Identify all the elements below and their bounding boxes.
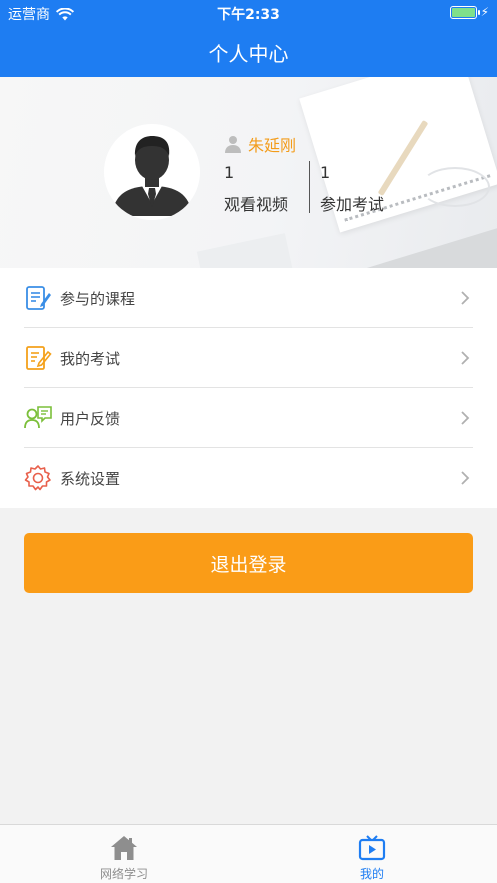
menu-item-label: 用户反馈 — [60, 410, 121, 428]
stat-watched-videos[interactable]: 1 观看视频 — [224, 163, 288, 215]
background-keyboard-decoration — [196, 233, 294, 268]
tab-label: 我的 — [359, 867, 384, 881]
settings-menu: 参与的课程 我的考试 用户反馈 系统设置 — [0, 268, 497, 508]
home-icon — [111, 836, 137, 860]
logout-button[interactable]: 退出登录 — [24, 533, 473, 593]
stat-exams-taken[interactable]: 1 参加考试 — [320, 163, 384, 215]
menu-item-label: 我的考试 — [60, 350, 121, 368]
stat-label: 参加考试 — [320, 195, 385, 214]
exam-edit-icon — [26, 346, 52, 370]
menu-item-settings[interactable]: 系统设置 — [0, 448, 497, 508]
chevron-right-icon — [461, 291, 470, 305]
course-doc-icon — [26, 286, 51, 310]
background-cable-decoration — [420, 167, 490, 207]
stat-value: 1 — [320, 163, 331, 182]
menu-item-exams[interactable]: 我的考试 — [0, 328, 497, 388]
chevron-right-icon — [461, 411, 470, 425]
settings-gear-icon — [24, 465, 51, 491]
battery-indicator: ⚡ — [449, 5, 489, 19]
chevron-right-icon — [461, 471, 470, 485]
top-bar: 运营商 下午2:33 ⚡ 个人中心 — [0, 0, 497, 77]
status-time: 下午2:33 — [217, 7, 280, 23]
user-info: 朱延刚 — [224, 132, 296, 156]
menu-item-courses[interactable]: 参与的课程 — [0, 268, 497, 328]
tab-online-learning[interactable]: 网络学习 — [44, 825, 204, 883]
tab-bar: 网络学习 我的 — [0, 824, 497, 883]
tab-label: 网络学习 — [99, 867, 148, 881]
menu-item-label: 参与的课程 — [60, 290, 136, 308]
profile-header: 朱延刚 1 观看视频 1 参加考试 — [0, 77, 497, 268]
person-icon — [225, 136, 241, 153]
menu-item-feedback[interactable]: 用户反馈 — [0, 388, 497, 448]
menu-item-label: 系统设置 — [60, 470, 121, 488]
feedback-user-icon — [24, 406, 52, 429]
avatar[interactable] — [104, 124, 200, 220]
stat-label: 观看视频 — [224, 195, 289, 214]
tv-icon — [358, 835, 386, 861]
charging-bolt-icon: ⚡ — [480, 5, 489, 19]
stat-value: 1 — [224, 163, 235, 182]
status-bar: 运营商 下午2:33 ⚡ — [0, 0, 497, 26]
chevron-right-icon — [461, 351, 470, 365]
tab-mine[interactable]: 我的 — [292, 825, 452, 883]
page-title: 个人中心 — [208, 42, 289, 66]
user-avatar-icon — [104, 124, 200, 220]
background-book-decoration — [354, 224, 497, 268]
battery-icon — [449, 5, 480, 19]
stat-divider — [309, 161, 310, 213]
username: 朱延刚 — [248, 136, 297, 155]
